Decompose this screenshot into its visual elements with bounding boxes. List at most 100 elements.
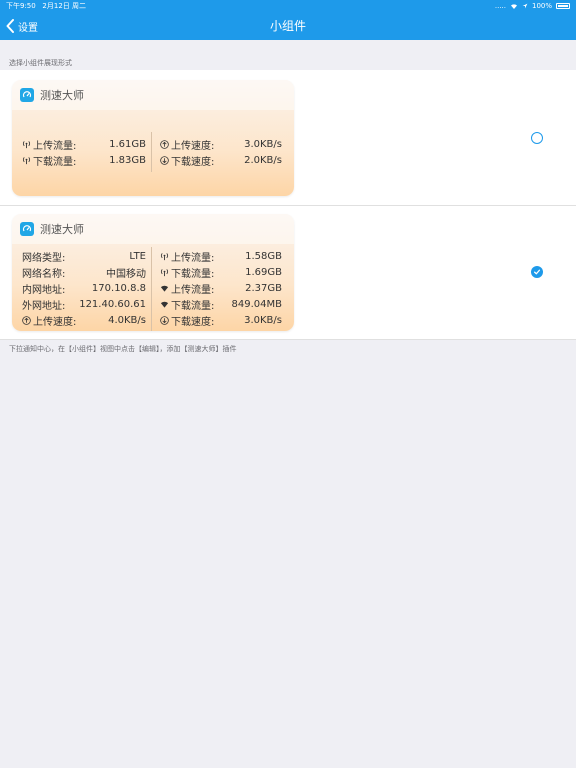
stat-label: 外网地址: — [22, 300, 66, 312]
page-title: 小组件 — [269, 19, 306, 33]
stat-cell: 下载流量: 1.83GB — [22, 153, 152, 168]
stat-value: 1.83GB — [109, 154, 146, 166]
cellular-icon — [22, 140, 31, 149]
stat-cell: 下载流量: 849.04MB — [152, 297, 282, 312]
app-icon — [20, 88, 34, 102]
stat-label-group: 上传速度: — [160, 137, 214, 152]
widget-preview: 测速大师 上传流量: 1.61GB 上传速度: 3.0KB/s 下载流量: 1.83GB 下载… — [12, 80, 294, 196]
stat-label-group: 内网地址: — [22, 281, 65, 296]
battery-percent: 100% — [531, 2, 552, 10]
status-left: 下午9:50 2月12日 周二 — [6, 1, 86, 11]
signal-icon: ..... — [494, 2, 506, 10]
stat-value: 1.69GB — [245, 266, 282, 278]
location-icon — [522, 3, 528, 9]
stat-cell: 上传流量: 1.61GB — [22, 137, 152, 152]
widget-preview: 测速大师 网络类型: LTE 上传流量: 1.58GB 网络名称: 中国移动 下载流量: 1.6… — [12, 214, 294, 331]
cellular-icon — [22, 156, 31, 165]
download-icon — [160, 155, 169, 165]
stats-row: 网络名称: 中国移动 下载流量: 1.69GB — [22, 264, 282, 280]
stat-cell: 外网地址: 121.40.60.61 — [22, 297, 152, 312]
stat-cell: 上传流量: 2.37GB — [152, 281, 282, 296]
status-right: ..... 100% — [495, 2, 570, 10]
stat-label: 上传流量: — [171, 284, 215, 296]
stat-value: 1.58GB — [245, 250, 282, 262]
status-bar: 下午9:50 2月12日 周二 ..... 100% — [0, 0, 576, 12]
stat-value: 2.0KB/s — [244, 154, 282, 166]
stat-label: 网络类型: — [22, 252, 66, 264]
stat-cell: 下载流量: 1.69GB — [152, 265, 282, 280]
checkmark-icon[interactable] — [531, 266, 543, 278]
stat-label-group: 上传流量: — [160, 281, 214, 296]
stat-label-group: 下载流量: — [22, 153, 76, 168]
widget-header: 测速大师 — [12, 214, 294, 244]
battery-icon — [556, 3, 570, 9]
stat-value: 849.04MB — [231, 298, 282, 310]
nav-bar: 设置 小组件 — [0, 12, 576, 40]
stat-value: 3.0KB/s — [244, 138, 282, 150]
stat-label-group: 下载流量: — [160, 297, 214, 312]
stat-cell: 下载速度: 2.0KB/s — [152, 153, 282, 168]
app-icon — [20, 222, 34, 236]
status-date: 2月12日 周二 — [42, 2, 87, 10]
section-header: 选择小组件展现形式 — [9, 59, 72, 67]
widget-option-1[interactable]: 测速大师 上传流量: 1.61GB 上传速度: 3.0KB/s 下载流量: 1.83GB 下载… — [0, 70, 576, 206]
wifi-status-icon — [510, 3, 517, 9]
stat-label: 上传速度: — [171, 140, 215, 152]
stat-label-group: 下载流量: — [160, 265, 214, 280]
stat-label: 下载速度: — [171, 316, 215, 328]
stat-label-group: 上传速度: — [22, 313, 76, 328]
stat-label-group: 外网地址: — [22, 297, 65, 312]
stats-row: 内网地址: 170.10.8.8 上传流量: 2.37GB — [22, 280, 282, 296]
stat-label: 上传流量: — [171, 252, 215, 264]
stat-label: 上传速度: — [33, 316, 77, 328]
stat-label: 下载流量: — [171, 268, 215, 280]
stat-value: 2.37GB — [245, 282, 282, 294]
stat-value: 121.40.60.61 — [79, 298, 146, 310]
upload-icon — [22, 315, 31, 325]
stat-label-group: 上传流量: — [22, 137, 76, 152]
wifi-icon — [160, 284, 169, 293]
stat-cell: 上传速度: 4.0KB/s — [22, 313, 152, 328]
stat-label: 网络名称: — [22, 268, 66, 280]
stat-value: 4.0KB/s — [108, 314, 146, 326]
cellular-icon — [160, 268, 169, 277]
cellular-icon — [160, 252, 169, 261]
stats-row: 网络类型: LTE 上传流量: 1.58GB — [22, 248, 282, 264]
widget-option-2[interactable]: 测速大师 网络类型: LTE 上传流量: 1.58GB 网络名称: 中国移动 下载流量: 1.6… — [0, 206, 576, 340]
stats-row: 下载流量: 1.83GB 下载速度: 2.0KB/s — [22, 152, 282, 168]
wifi-icon — [160, 300, 169, 309]
download-icon — [160, 315, 169, 325]
app-name: 测速大师 — [40, 89, 84, 102]
stat-label-group: 下载速度: — [160, 153, 214, 168]
stat-value: 3.0KB/s — [244, 314, 282, 326]
stat-cell: 内网地址: 170.10.8.8 — [22, 281, 152, 296]
stat-value: 中国移动 — [106, 268, 146, 280]
stat-label: 上传流量: — [33, 140, 77, 152]
stat-cell: 网络名称: 中国移动 — [22, 265, 152, 280]
stat-value: LTE — [129, 250, 146, 262]
stat-label-group: 网络名称: — [22, 265, 65, 280]
stat-value: 170.10.8.8 — [91, 282, 146, 294]
stat-label-group: 下载速度: — [160, 313, 214, 328]
stat-label: 下载速度: — [171, 156, 215, 168]
stat-value: 1.61GB — [109, 138, 146, 150]
stats-row: 外网地址: 121.40.60.61 下载流量: 849.04MB — [22, 296, 282, 312]
status-time: 下午9:50 — [6, 2, 36, 10]
stat-cell: 网络类型: LTE — [22, 249, 152, 264]
app-name: 测速大师 — [40, 223, 84, 236]
stat-label: 下载流量: — [33, 156, 77, 168]
stat-cell: 下载速度: 3.0KB/s — [152, 313, 282, 328]
stat-cell: 上传流量: 1.58GB — [152, 249, 282, 264]
upload-icon — [160, 139, 169, 149]
radio-unselected-icon[interactable] — [531, 132, 543, 144]
stats-row: 上传速度: 4.0KB/s 下载速度: 3.0KB/s — [22, 312, 282, 328]
stat-label-group: 上传流量: — [160, 249, 214, 264]
stats-grid: 网络类型: LTE 上传流量: 1.58GB 网络名称: 中国移动 下载流量: 1.69GB 内… — [22, 248, 282, 328]
footer-note: 下拉通知中心，在【小组件】视图中点击【编辑】，添加【测速大师】插件 — [9, 345, 237, 353]
stat-cell: 上传速度: 3.0KB/s — [152, 137, 282, 152]
stat-label-group: 网络类型: — [22, 249, 65, 264]
stats-row: 上传流量: 1.61GB 上传速度: 3.0KB/s — [22, 136, 282, 152]
stats-grid: 上传流量: 1.61GB 上传速度: 3.0KB/s 下载流量: 1.83GB 下载速度: 2… — [22, 136, 282, 168]
stat-label: 下载流量: — [171, 300, 215, 312]
stat-label: 内网地址: — [22, 284, 66, 296]
